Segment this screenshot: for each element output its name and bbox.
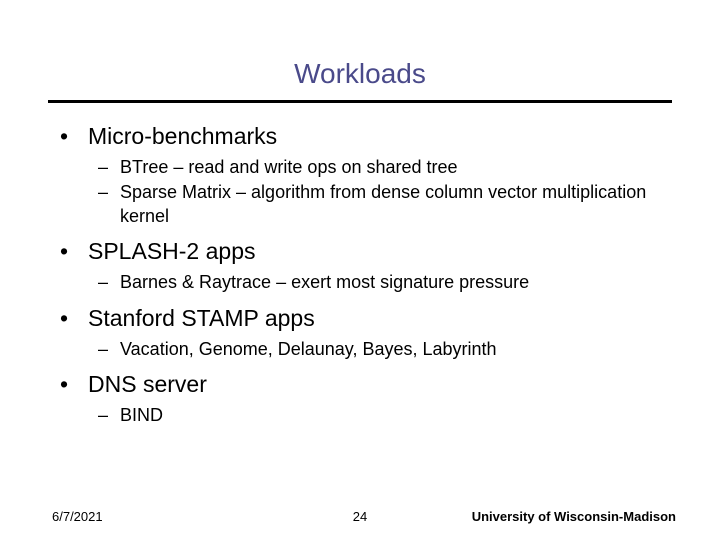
bullet-icon: •	[58, 303, 88, 334]
list-item: • Micro-benchmarks – BTree – read and wr…	[58, 121, 662, 228]
footer-date: 6/7/2021	[52, 509, 103, 524]
dash-icon: –	[98, 271, 120, 294]
content-area: • Micro-benchmarks – BTree – read and wr…	[0, 121, 720, 428]
dash-icon: –	[98, 338, 120, 361]
sub-label: BTree – read and write ops on shared tre…	[120, 156, 458, 179]
list-item: • SPLASH-2 apps – Barnes & Raytrace – ex…	[58, 236, 662, 294]
sub-list: – BTree – read and write ops on shared t…	[58, 156, 662, 228]
dash-icon: –	[98, 156, 120, 179]
bullet-icon: •	[58, 369, 88, 400]
sub-item: – Vacation, Genome, Delaunay, Bayes, Lab…	[98, 338, 662, 361]
bullet-label: DNS server	[88, 369, 207, 400]
bullet-label: SPLASH-2 apps	[88, 236, 255, 267]
sub-item: – Sparse Matrix – algorithm from dense c…	[98, 181, 662, 228]
dash-icon: –	[98, 181, 120, 204]
list-item: • DNS server – BIND	[58, 369, 662, 427]
slide-title: Workloads	[0, 0, 720, 100]
sub-label: Sparse Matrix – algorithm from dense col…	[120, 181, 662, 228]
footer-page-number: 24	[353, 509, 367, 524]
slide: Workloads • Micro-benchmarks – BTree – r…	[0, 0, 720, 540]
sub-label: BIND	[120, 404, 163, 427]
bullet-label: Stanford STAMP apps	[88, 303, 315, 334]
bullet-icon: •	[58, 121, 88, 152]
footer-organization: University of Wisconsin-Madison	[472, 509, 676, 524]
sub-label: Vacation, Genome, Delaunay, Bayes, Labyr…	[120, 338, 497, 361]
sub-list: – Barnes & Raytrace – exert most signatu…	[58, 271, 662, 294]
sub-list: – Vacation, Genome, Delaunay, Bayes, Lab…	[58, 338, 662, 361]
bullet-label: Micro-benchmarks	[88, 121, 277, 152]
sub-item: – Barnes & Raytrace – exert most signatu…	[98, 271, 662, 294]
sub-item: – BIND	[98, 404, 662, 427]
sub-list: – BIND	[58, 404, 662, 427]
sub-label: Barnes & Raytrace – exert most signature…	[120, 271, 529, 294]
footer: 6/7/2021 24 University of Wisconsin-Madi…	[0, 509, 720, 524]
title-underline	[48, 100, 672, 103]
list-item: • Stanford STAMP apps – Vacation, Genome…	[58, 303, 662, 361]
dash-icon: –	[98, 404, 120, 427]
bullet-list: • Micro-benchmarks – BTree – read and wr…	[58, 121, 662, 428]
bullet-icon: •	[58, 236, 88, 267]
sub-item: – BTree – read and write ops on shared t…	[98, 156, 662, 179]
